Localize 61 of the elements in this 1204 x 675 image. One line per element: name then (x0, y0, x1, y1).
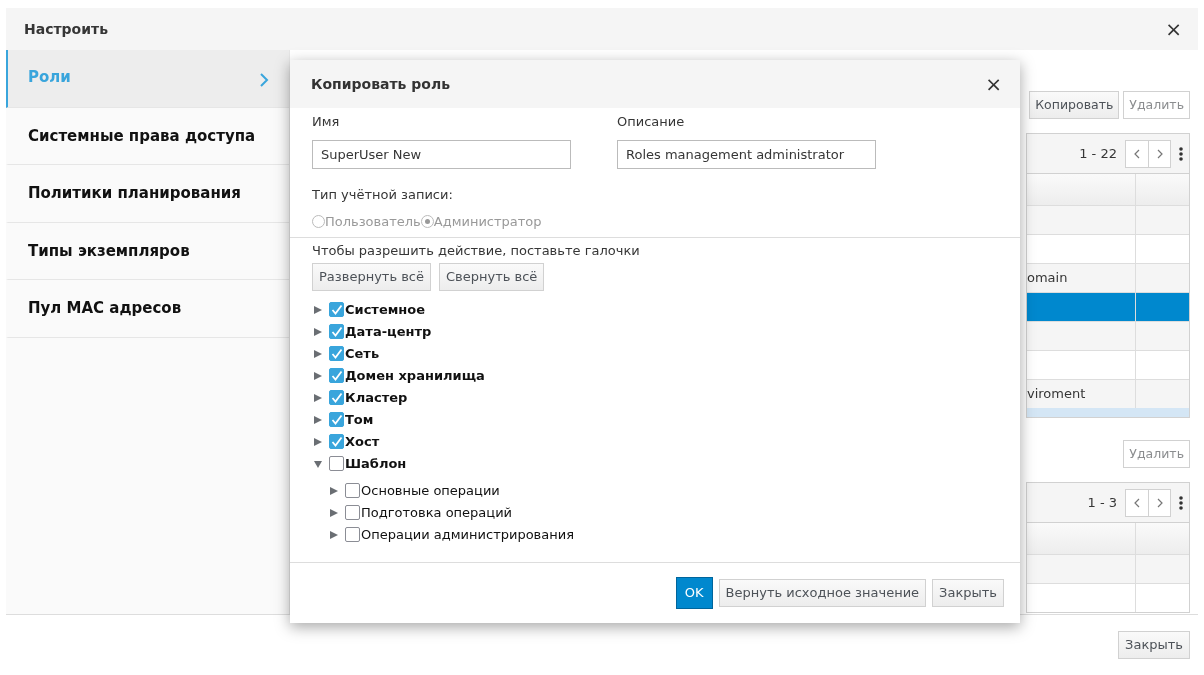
table-cell-text: omain (1027, 269, 1068, 288)
table-row[interactable]: omain (1027, 263, 1189, 292)
permission-label: Системное (345, 300, 426, 319)
permission-label: Подготовка операций (361, 503, 513, 522)
checkbox[interactable] (329, 302, 344, 317)
pager-range: 1 - 22 (1079, 144, 1117, 163)
checkbox[interactable] (345, 483, 360, 498)
permission-label: Том (345, 410, 374, 429)
permission-label: Операции администрирования (361, 525, 574, 544)
permission-label: Шаблон (345, 454, 407, 473)
chevron-left-icon (1134, 497, 1140, 508)
copy-button[interactable]: Копировать (1029, 91, 1120, 119)
kebab-menu-icon (1179, 494, 1183, 511)
hint-text: Чтобы разрешить действие, поставьте галочки (312, 242, 641, 260)
close-button[interactable]: × (1163, 19, 1184, 39)
close-button[interactable]: × (983, 74, 1004, 94)
dialog-title: Настроить (24, 19, 108, 39)
sidebar-item[interactable]: Пул MAC адресов (6, 280, 289, 338)
ok-button[interactable]: OK (675, 577, 713, 609)
account-type-label: Тип учётной записи: (312, 185, 454, 204)
table-row[interactable] (1027, 292, 1189, 321)
expand-all-button[interactable]: Развернуть всё (312, 262, 431, 291)
table-cell-text: viroment (1027, 385, 1086, 404)
pager-buttons[interactable] (1125, 488, 1171, 517)
checkbox[interactable] (345, 505, 360, 520)
pager-range: 1 - 3 (1087, 493, 1117, 512)
chevron-right-icon (1156, 497, 1163, 508)
pager-buttons[interactable] (1125, 139, 1171, 168)
input-field[interactable]: SuperUser New (312, 139, 571, 169)
checkbox[interactable] (345, 527, 360, 542)
sidebar-item[interactable]: Политики планирования (6, 165, 289, 223)
sidebar-item[interactable]: Типы экземпляров (6, 222, 289, 280)
table-row[interactable]: viroment (1027, 379, 1189, 408)
field-label: Описание (617, 113, 686, 131)
permission-label: Основные операции (361, 481, 500, 500)
close-button[interactable]: Закрыть (1118, 631, 1190, 659)
permission-label: Домен хранилища (345, 366, 485, 385)
checkbox[interactable] (329, 456, 344, 471)
close-button[interactable]: Закрыть (932, 579, 1004, 607)
input-field[interactable]: Roles management administrator (617, 139, 876, 169)
checkbox[interactable] (329, 368, 344, 383)
chevron-right-icon (1156, 148, 1163, 159)
field-label: Имя (312, 113, 341, 131)
checkbox[interactable] (329, 324, 344, 339)
radio-label: Пользователь (325, 213, 421, 231)
radio-label: Администратор (433, 213, 542, 231)
checkbox[interactable] (329, 434, 344, 449)
checkbox[interactable] (329, 346, 344, 361)
sidebar-item[interactable]: Системные права доступа (6, 107, 289, 165)
checkbox[interactable] (329, 390, 344, 405)
collapse-all-button[interactable]: Свернуть всё (439, 262, 545, 291)
permission-label: Кластер (345, 388, 408, 407)
chevron-right-icon (259, 72, 269, 88)
permission-label: Сеть (345, 344, 380, 363)
chevron-left-icon (1134, 148, 1140, 159)
checkbox[interactable] (329, 412, 344, 427)
dialog-title: Копировать роль (311, 74, 451, 94)
reset-button[interactable]: Вернуть исходное значение (718, 579, 927, 607)
kebab-menu-icon (1179, 145, 1183, 162)
permission-label: Хост (345, 432, 380, 451)
permission-label: Дата-центр (345, 322, 432, 341)
